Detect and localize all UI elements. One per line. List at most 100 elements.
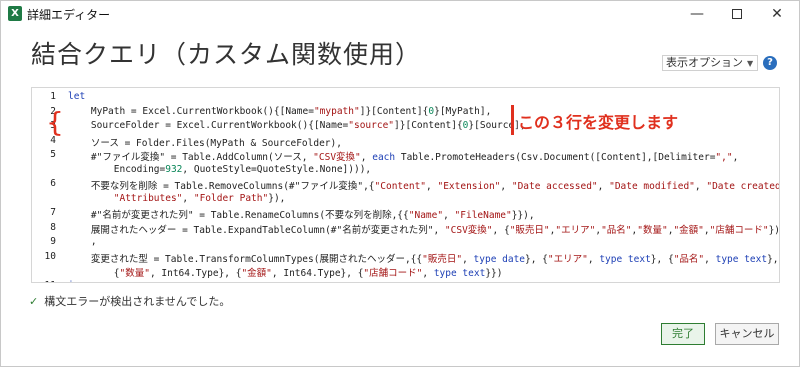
code-token: "金額" <box>241 268 272 279</box>
line-number: 6 <box>50 178 56 189</box>
code-token: }, { <box>650 253 674 265</box>
code-line[interactable]: #"ファイル変換" = Table.AddColumn(ソース, "CSV変換"… <box>68 149 738 163</box>
code-token: , <box>500 181 512 192</box>
code-token: "Content" <box>374 181 427 192</box>
syntax-status: ✓ 構文エラーが検出されませんでした。 <box>29 293 230 309</box>
code-line[interactable]: {"数量", Int64.Type}, {"金額", Int64.Type}, … <box>68 265 503 279</box>
code-token: , QuoteStyle=QuoteStyle.None]))), <box>182 163 372 175</box>
code-token: "販売日" <box>422 253 463 265</box>
annotation-brace: { <box>46 106 64 139</box>
code-line[interactable]: let <box>68 91 85 102</box>
code-line[interactable]: #"名前が変更された列" = Table.RenameColumns(不要な列を… <box>68 207 535 221</box>
code-token: }) <box>768 224 780 236</box>
display-options-label: 表示オプション <box>666 56 743 69</box>
minimize-button[interactable]: — <box>677 1 717 27</box>
annotation-text: この３行を変更します <box>518 113 679 132</box>
code-token: , <box>704 253 716 265</box>
code-token: 変更された型 = Table.TransformColumnTypes(展開され… <box>68 253 423 265</box>
code-token: SourceFolder = Excel.CurrentWorkbook(){[… <box>68 120 349 131</box>
cancel-button[interactable]: キャンセル <box>715 323 779 345</box>
code-token: type text <box>715 253 768 265</box>
code-token: , <box>597 181 610 192</box>
code-token: , <box>182 192 194 204</box>
syntax-status-text: 構文エラーが検出されませんでした。 <box>44 295 231 308</box>
code-token: type date <box>473 253 526 265</box>
code-token: , <box>462 253 474 265</box>
code-token: Encoding= <box>68 163 166 175</box>
line-number: 7 <box>50 207 56 218</box>
code-token: "Folder Path" <box>193 192 269 204</box>
maximize-icon <box>732 9 742 19</box>
close-button[interactable]: ✕ <box>757 1 797 27</box>
code-line[interactable]: "Attributes", "Folder Path"}), <box>68 192 286 204</box>
code-token: , Int64.Type}, { <box>149 268 242 279</box>
code-token: #"ファイル変換" = Table.AddColumn(ソース, <box>68 152 314 163</box>
line-number: 10 <box>44 250 56 262</box>
code-token: }, { <box>525 253 548 265</box>
code-token: "店舗コード" <box>363 268 423 279</box>
code-token: "Date created" <box>706 181 780 192</box>
code-token: , <box>694 181 707 192</box>
code-line[interactable]: Encoding=932, QuoteStyle=QuoteStyle.None… <box>68 164 371 175</box>
code-token: "," <box>715 152 733 163</box>
code-token: , Int64.Type}, { <box>271 268 364 279</box>
code-token: "Name" <box>408 210 444 221</box>
code-token: in <box>68 280 79 283</box>
line-number: 1 <box>50 91 56 102</box>
code-token: "CSV変換" <box>313 152 361 163</box>
code-token: "品名" <box>673 253 705 265</box>
line-number: 11 <box>32 280 56 283</box>
code-token: type text <box>433 268 486 279</box>
code-token: let <box>68 91 86 102</box>
code-token: ]}[Content]{ <box>394 120 463 131</box>
code-token: }[MyPath], <box>434 105 492 117</box>
code-token: "Extension" <box>437 181 501 192</box>
code-token: "数量" <box>119 268 150 279</box>
help-icon[interactable]: ? <box>763 56 777 70</box>
code-token: , <box>443 210 455 221</box>
code-token: "エリア" <box>547 253 588 265</box>
code-token: , { <box>492 224 510 236</box>
code-token: "FileName" <box>454 210 512 221</box>
code-line[interactable]: MyPath = Excel.CurrentWorkbook(){[Name="… <box>68 106 491 117</box>
code-token: "source" <box>348 120 395 131</box>
line-number: 9 <box>50 236 56 247</box>
chevron-down-icon: ▼ <box>747 59 754 68</box>
title-bar: X 詳細エディター — ✕ <box>1 1 799 27</box>
advanced-editor-window: X 詳細エディター — ✕ 結合クエリ（カスタム関数使用） 表示オプション ▼ ?… <box>0 0 800 367</box>
code-token: , <box>360 152 373 163</box>
code-token: , <box>68 236 97 247</box>
dialog-heading: 結合クエリ（カスタム関数使用） <box>31 40 422 69</box>
done-button[interactable]: 完了 <box>661 323 705 345</box>
code-token: type text <box>599 253 651 265</box>
code-line[interactable]: , <box>68 236 97 247</box>
code-token: 不要な列を削除 = Table.RemoveColumns(#"ファイル変換",… <box>68 181 375 192</box>
annotation-bar <box>511 105 514 135</box>
code-token: "販売日" <box>509 224 550 236</box>
display-options-dropdown[interactable]: 表示オプション ▼ <box>662 55 759 71</box>
code-token: "mypath" <box>313 105 360 117</box>
line-number: 5 <box>50 149 56 160</box>
code-token: ]}[Content]{ <box>359 105 429 117</box>
code-token: MyPath = Excel.CurrentWorkbook(){[Name= <box>68 105 314 117</box>
code-token: }}), <box>511 210 535 221</box>
code-token: }}) <box>485 268 503 279</box>
code-token: "Date modified" <box>609 181 695 192</box>
code-line[interactable]: in <box>68 280 79 283</box>
code-line[interactable]: 変更された型 = Table.TransformColumnTypes(展開され… <box>68 251 779 265</box>
code-token: "Attributes" <box>113 192 183 204</box>
code-token: , <box>422 268 434 279</box>
code-line[interactable]: ソース = Folder.Files(MyPath & SourceFolder… <box>68 135 342 149</box>
code-token: Table.PromoteHeaders(Csv.Document([Conte… <box>395 152 716 163</box>
code-line[interactable]: SourceFolder = Excel.CurrentWorkbook(){[… <box>68 120 526 131</box>
code-token: "CSV変換" <box>444 224 493 236</box>
code-line[interactable]: 不要な列を削除 = Table.RemoveColumns(#"ファイル変換",… <box>68 178 780 192</box>
code-token: }, <box>767 253 779 265</box>
maximize-button[interactable] <box>717 1 757 27</box>
code-token: , <box>426 181 438 192</box>
code-token: #"名前が変更された列" = Table.RenameColumns(不要な列を… <box>68 210 409 221</box>
code-token: { <box>68 268 120 279</box>
code-token: "品名" <box>601 224 632 236</box>
code-line[interactable]: 展開されたヘッダー = Table.ExpandTableColumn(#"名前… <box>68 222 780 236</box>
